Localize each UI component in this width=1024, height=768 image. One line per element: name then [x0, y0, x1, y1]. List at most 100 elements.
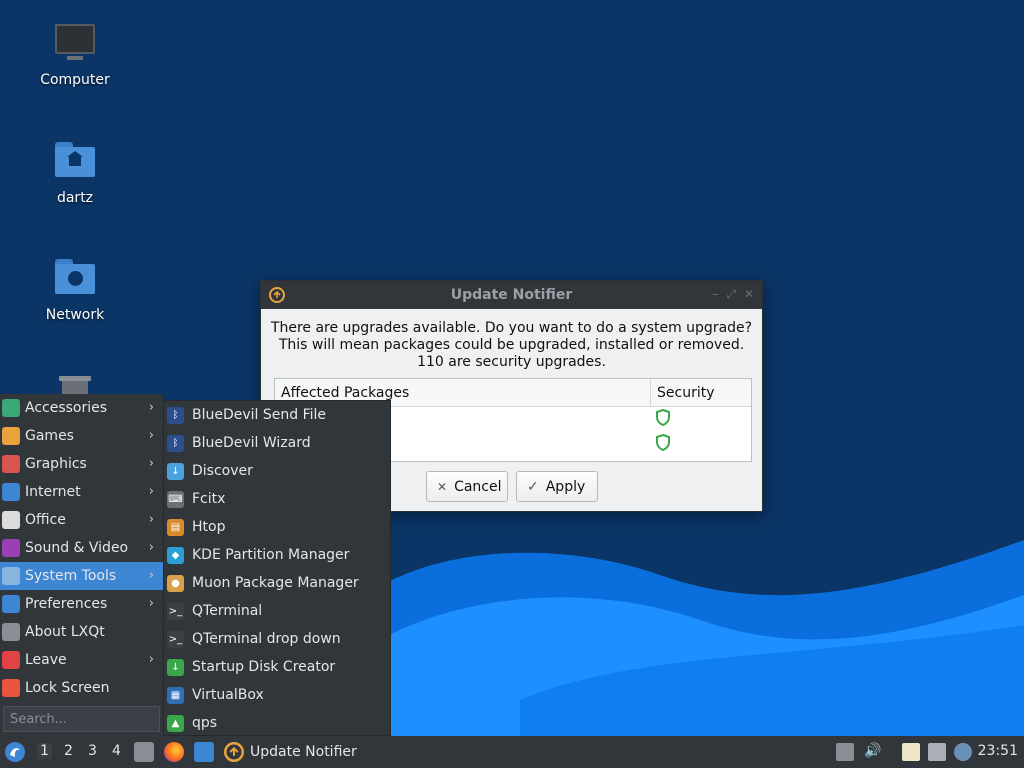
- network-folder-icon: [53, 257, 97, 301]
- submenu-item-label: QTerminal: [192, 603, 263, 619]
- file-manager-icon[interactable]: [134, 742, 154, 762]
- minimize-icon[interactable]: –: [712, 287, 718, 302]
- workspace-2[interactable]: 2: [64, 743, 73, 759]
- message-line: This will mean packages could be upgrade…: [278, 337, 745, 353]
- discover-icon: ↓: [167, 462, 184, 480]
- desktop-icon-network[interactable]: Network: [20, 257, 130, 323]
- submenu-item-fcitx[interactable]: ⌨ Fcitx: [164, 485, 390, 513]
- submenu-item-qterminal[interactable]: >_ QTerminal: [164, 597, 390, 625]
- qps-icon: ▲: [167, 714, 184, 732]
- clipboard-tray-icon[interactable]: [836, 743, 854, 761]
- message-line: 110 are security upgrades.: [417, 354, 606, 370]
- terminal-icon: >_: [167, 630, 184, 648]
- chevron-right-icon: ›: [148, 596, 154, 611]
- close-icon[interactable]: ✕: [744, 287, 754, 302]
- submenu-item-label: qps: [192, 715, 218, 731]
- menu-item-label: Sound & Video: [25, 540, 129, 556]
- workspace-4[interactable]: 4: [112, 743, 121, 759]
- dialog-titlebar[interactable]: Update Notifier – ⤢ ✕: [261, 281, 762, 309]
- message-line: There are upgrades available. Do you wan…: [270, 320, 753, 336]
- submenu-item-label: Startup Disk Creator: [192, 659, 336, 675]
- desktop-icon-computer[interactable]: Computer: [20, 22, 130, 88]
- chevron-right-icon: ›: [148, 652, 154, 667]
- menu-item-graphics[interactable]: Graphics ›: [0, 450, 163, 478]
- virtualbox-icon: ▦: [167, 686, 184, 704]
- menu-item-office[interactable]: Office ›: [0, 506, 163, 534]
- apply-button[interactable]: ✓ Apply: [516, 471, 598, 502]
- system-tools-icon: [2, 567, 20, 585]
- clock[interactable]: 23:51: [978, 743, 1018, 759]
- taskbar: 1 2 3 4 Update Notifier 🔊 23:51: [0, 736, 1024, 768]
- firefox-icon[interactable]: [164, 742, 184, 762]
- bluetooth-icon: ᛒ: [167, 406, 184, 424]
- menu-item-sound-video[interactable]: Sound & Video ›: [0, 534, 163, 562]
- menu-item-label: Accessories: [25, 400, 108, 416]
- checkmark-icon: ✓: [527, 478, 539, 495]
- sound-video-icon: [2, 539, 20, 557]
- accessories-icon: [2, 399, 20, 417]
- menu-item-label: About LXQt: [25, 624, 105, 640]
- chevron-right-icon: ›: [148, 540, 154, 555]
- menu-item-games[interactable]: Games ›: [0, 422, 163, 450]
- update-notifier-icon: [224, 742, 244, 762]
- show-desktop-icon[interactable]: [194, 742, 214, 762]
- system-tools-submenu: ᛒ BlueDevil Send File ᛒ BlueDevil Wizard ↓…: [163, 400, 391, 736]
- cancel-label: Cancel: [454, 478, 502, 495]
- start-menu-icon[interactable]: [4, 741, 26, 763]
- power-icon: [2, 651, 20, 669]
- menu-item-about-lxqt[interactable]: About LXQt: [0, 618, 163, 646]
- maximize-icon[interactable]: ⤢: [726, 287, 736, 302]
- menu-item-system-tools[interactable]: System Tools ›: [0, 562, 163, 590]
- menu-item-leave[interactable]: Leave ›: [0, 646, 163, 674]
- submenu-item-qterminal-drop-down[interactable]: >_ QTerminal drop down: [164, 625, 390, 653]
- submenu-item-kde-partition-manager[interactable]: ◆ KDE Partition Manager: [164, 541, 390, 569]
- column-header-security[interactable]: Security: [651, 379, 721, 406]
- submenu-item-label: QTerminal drop down: [192, 631, 341, 647]
- update-tray-icon[interactable]: [954, 743, 972, 761]
- submenu-item-label: BlueDevil Wizard: [192, 435, 311, 451]
- menu-item-accessories[interactable]: Accessories ›: [0, 394, 163, 422]
- games-icon: [2, 427, 20, 445]
- notes-tray-icon[interactable]: [902, 743, 920, 761]
- chevron-right-icon: ›: [148, 484, 154, 499]
- submenu-item-htop[interactable]: ▤ Htop: [164, 513, 390, 541]
- submenu-item-startup-disk-creator[interactable]: ↓ Startup Disk Creator: [164, 653, 390, 681]
- volume-icon[interactable]: 🔊: [864, 743, 882, 761]
- package-manager-icon: ●: [167, 574, 184, 592]
- terminal-icon: >_: [167, 602, 184, 620]
- submenu-item-label: VirtualBox: [192, 687, 264, 703]
- submenu-item-muon-package-manager[interactable]: ● Muon Package Manager: [164, 569, 390, 597]
- lock-icon: [2, 679, 20, 697]
- submenu-item-bluedevil-send-file[interactable]: ᛒ BlueDevil Send File: [164, 401, 390, 429]
- menu-search-input[interactable]: [3, 706, 160, 732]
- graphics-icon: [2, 455, 20, 473]
- workspace-3[interactable]: 3: [88, 743, 97, 759]
- submenu-item-label: Htop: [192, 519, 226, 535]
- dialog-title: Update Notifier: [450, 287, 573, 303]
- home-folder-icon: [53, 140, 97, 184]
- desktop-icon-label: dartz: [56, 190, 94, 206]
- submenu-item-label: BlueDevil Send File: [192, 407, 327, 423]
- chevron-right-icon: ›: [148, 568, 154, 583]
- submenu-item-discover[interactable]: ↓ Discover: [164, 457, 390, 485]
- cancel-button[interactable]: ✕ Cancel: [426, 471, 508, 502]
- menu-item-lock-screen[interactable]: Lock Screen: [0, 674, 163, 702]
- menu-item-label: Graphics: [25, 456, 87, 472]
- task-update-notifier[interactable]: Update Notifier: [224, 740, 357, 764]
- chevron-right-icon: ›: [148, 512, 154, 527]
- dialog-message: There are upgrades available. Do you wan…: [261, 320, 762, 371]
- menu-item-preferences[interactable]: Preferences ›: [0, 590, 163, 618]
- submenu-item-bluedevil-wizard[interactable]: ᛒ BlueDevil Wizard: [164, 429, 390, 457]
- partition-manager-icon: ◆: [167, 546, 184, 564]
- desktop-icon-home[interactable]: dartz: [20, 140, 130, 206]
- workspace-1[interactable]: 1: [37, 743, 52, 759]
- keyboard-icon: ⌨: [167, 490, 184, 508]
- internet-icon: [2, 483, 20, 501]
- menu-item-label: Office: [25, 512, 66, 528]
- submenu-item-qps[interactable]: ▲ qps: [164, 709, 390, 737]
- desktop-icon-label: Computer: [40, 72, 110, 88]
- submenu-item-virtualbox[interactable]: ▦ VirtualBox: [164, 681, 390, 709]
- network-tray-icon[interactable]: [928, 743, 946, 761]
- htop-icon: ▤: [167, 518, 184, 536]
- menu-item-internet[interactable]: Internet ›: [0, 478, 163, 506]
